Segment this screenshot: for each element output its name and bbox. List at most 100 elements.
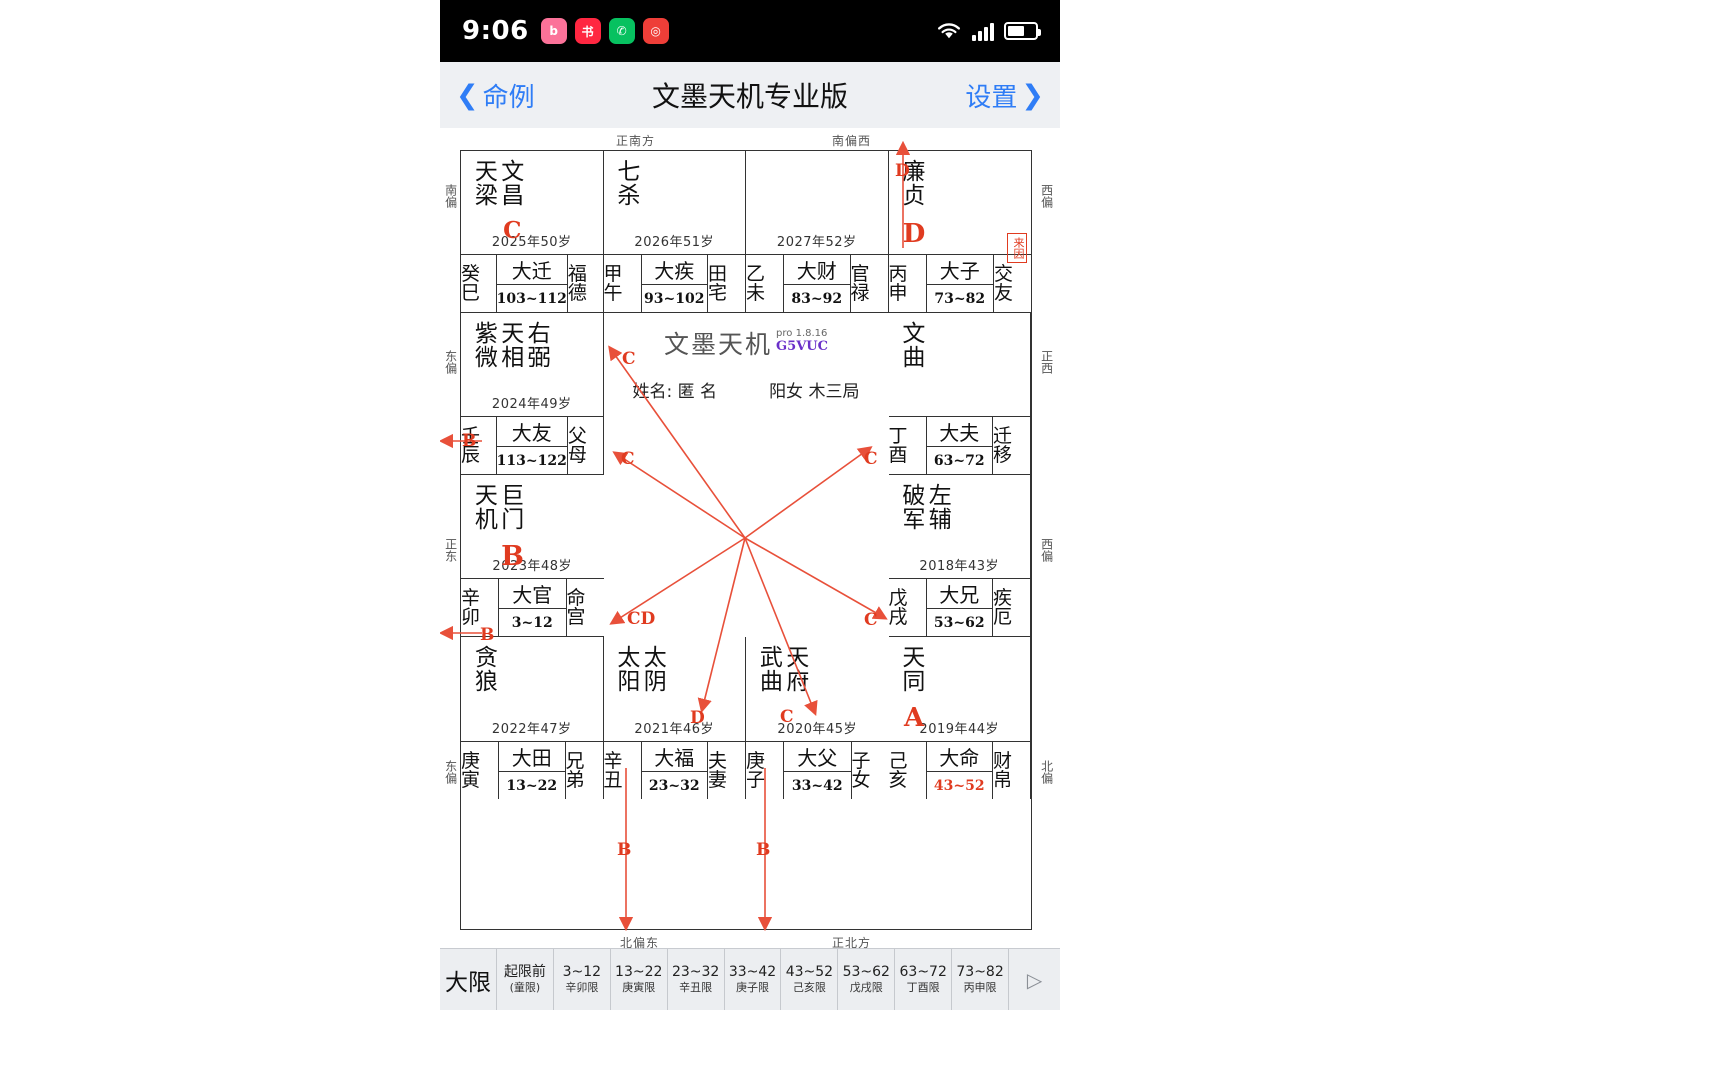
palace-age-range: 43~52 [933,777,985,794]
palace-gong-name: 官禄 [849,255,888,312]
daxian-range: 53~62 [842,963,890,980]
daxian-item-0[interactable]: 起限前 (童限) [496,949,553,1010]
palace-daxian-name: 大友 [496,417,567,447]
name-value: 匿 名 [677,382,718,402]
palace-stars: 天同 A [889,637,1031,734]
palace-ganzhi: 辛丑 [604,742,642,799]
daxian-item-4[interactable]: 33~42 庚子限 [723,949,781,1010]
palace-stars: 天机 巨门 B [461,475,604,573]
star-name: 廉贞 D [897,159,930,250]
battery-icon [1004,22,1041,40]
sihua-marker: C [498,217,526,245]
star-name: 文昌 C [496,159,526,245]
compass-right-top: 西偏 [1039,184,1054,208]
star-name: 天同 A [897,645,930,734]
palace-cell[interactable]: 破军 左辅 2018年43岁 戊戌 大兄 53~62 疾厄 [888,475,1031,637]
daxian-label: 大限 [440,949,496,1010]
person-gender-ju: 阳女 木三局 [769,377,859,402]
daxian-item-5[interactable]: 43~52 己亥限 [780,949,837,1010]
compass-left-top: 南偏 [443,184,458,208]
compass-left-bottom: 东偏 [443,760,458,784]
back-button[interactable]: ❮ 命例 [456,77,535,114]
chevron-left-icon: ❮ [456,79,479,111]
palace-daxian-name: 大迁 [496,255,567,285]
palace-gong-name: 父母 [566,417,603,474]
daxian-sub: 庚寅限 [622,981,656,995]
palace-age-range: 103~112 [496,290,567,307]
palace-cell[interactable]: 贪狼 2022年47岁 庚寅 大田 13~22 兄弟 [461,637,604,799]
daxian-item-8[interactable]: 73~82 丙申限 [951,949,1008,1010]
star-name: 左辅 [924,483,951,531]
palace-year: 2026年51岁 [634,235,715,250]
daxian-range: 43~52 [785,963,834,980]
palace-footer: 庚寅 大田 13~22 兄弟 [461,741,603,799]
daxian-item-2[interactable]: 13~22 庚寅限 [609,949,667,1010]
person-name: 姓名: 匿 名 [633,377,718,402]
ju-value: 木三局 [808,382,860,402]
star-name: 武曲 [755,645,782,693]
nav-bar: ❮ 命例 文墨天机专业版 设置 ❯ [440,62,1060,128]
palace-year: 2021年46岁 [634,722,715,737]
daxian-sub: 庚子限 [736,981,769,995]
next-page-button[interactable]: ▷ [1008,949,1060,1010]
palace-cell[interactable]: 文曲 丁酉 大夫 63~72 迁移 [888,313,1031,475]
daxian-range: 63~72 [899,963,947,980]
palace-cell[interactable]: 廉贞 D 来因 丙申 大子 73~82 交友 [888,151,1031,313]
compass-top-left: 正南方 [616,134,656,148]
palace-stars: 武曲 天府 [746,637,889,718]
daxian-item-7[interactable]: 63~72 丁酉限 [894,949,951,1010]
palace-footer: 壬辰 大友 113~122 父母 [461,416,603,474]
gender-value: 阳女 [769,382,804,402]
daxian-sub: 己亥限 [792,981,826,995]
star-name: 太阳 [612,645,639,693]
daxian-sub: 丙申限 [963,981,997,995]
palace-grid: 天梁 文昌 C 2025年50岁 癸巳 大迁 103~112 福德 七杀 202… [460,150,1032,930]
palace-age-range: 53~62 [933,614,985,631]
back-label: 命例 [482,82,535,113]
palace-gong-name: 兄弟 [564,742,603,799]
instagram-icon: ◎ [642,18,669,44]
palace-daxian-name: 大官 [499,579,566,609]
laiyin-badge: 来因 [1007,233,1027,263]
palace-cell[interactable]: 2027年52岁 乙未 大财 83~92 官禄 [746,151,889,313]
palace-daxian-name: 大田 [499,742,565,772]
palace-cell[interactable]: 天梁 文昌 C 2025年50岁 癸巳 大迁 103~112 福德 [461,151,604,313]
brand-version: pro 1.8.16 [776,328,828,339]
palace-cell[interactable]: 太阳 太阴 2021年46岁 辛丑 大福 23~32 夫妻 [603,637,746,799]
palace-daxian-name: 大夫 [926,417,992,447]
palace-year: 2023年48岁 [492,559,573,574]
daxian-range: 23~32 [671,963,720,980]
brand-code: G5VUC [776,339,828,354]
star-name: 天梁 [470,159,497,207]
palace-cell[interactable]: 紫微 天相 右弼 2024年49岁 壬辰 大友 113~122 父母 [461,313,604,475]
palace-gong-name: 命宫 [565,579,604,636]
sihua-marker: A [899,703,930,734]
palace-cell[interactable]: 天机 巨门 B 2023年48岁 辛卯 大官 3~12 命宫 [461,475,604,637]
daxian-item-3[interactable]: 23~32 辛丑限 [666,949,724,1010]
palace-cell[interactable]: 七杀 2026年51岁 甲午 大疾 93~102 田宅 [603,151,746,313]
palace-footer: 辛卯 大官 3~12 命宫 [461,578,604,636]
settings-button[interactable]: 设置 ❯ [965,77,1044,114]
palace-age-range: 23~32 [648,777,700,794]
sihua-marker: D [899,219,930,250]
palace-ganzhi: 庚子 [746,742,784,799]
status-indicators [936,21,1041,41]
palace-age-range: 83~92 [791,290,843,307]
palace-footer: 辛丑 大福 23~32 夫妻 [603,741,745,799]
person-info: 姓名: 匿 名 阳女 木三局 [633,377,860,402]
daxian-item-1[interactable]: 3~12 辛卯限 [552,949,610,1010]
palace-ganzhi: 丁酉 [889,417,927,474]
status-bar: 9:06 b 书 ✆ ◎ [440,0,1060,62]
daxian-item-6[interactable]: 53~62 戊戌限 [837,949,894,1010]
palace-cell[interactable]: 武曲 天府 2020年45岁 庚子 大父 33~42 子女 [746,637,889,799]
palace-daxian-name: 大疾 [641,255,707,285]
palace-ganzhi: 己亥 [889,742,927,799]
palace-footer: 癸巳 大迁 103~112 福德 [461,254,603,312]
star-name: 巨门 B [496,483,528,573]
palace-gong-name: 财帛 [992,742,1030,799]
signal-icon [972,21,994,41]
palace-stars: 贪狼 [461,637,603,718]
palace-cell[interactable]: 天同 A 2019年44岁 己亥 大命 43~52 财帛 [888,637,1031,799]
compass-bottom-left: 北偏东 [620,936,660,950]
name-label: 姓名: [632,382,673,402]
